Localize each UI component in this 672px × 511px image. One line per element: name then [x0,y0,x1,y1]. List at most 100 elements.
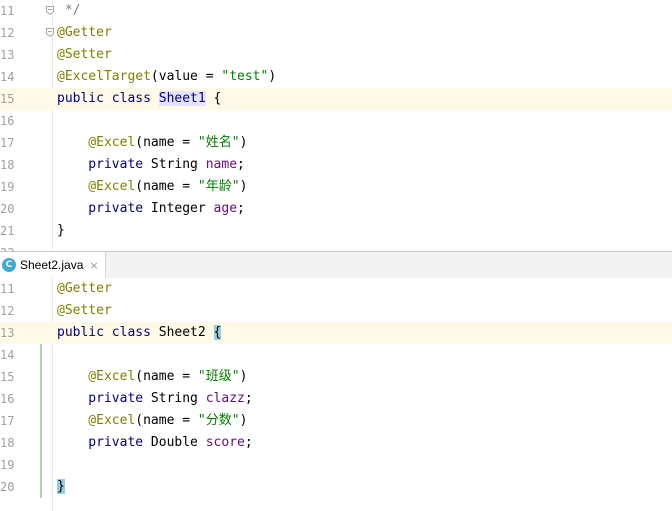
tab-label: Sheet2.java [20,258,84,272]
code-token: ; [244,391,253,406]
code-text[interactable]: @Excel(name = "分数") [57,410,247,432]
code-token: @ExcelTarget [57,69,151,84]
code-text[interactable]: private Double score; [57,432,253,454]
code-token: public class [57,325,159,340]
code-line[interactable]: 14 [0,344,672,366]
code-token: ) [239,179,248,194]
code-text[interactable]: private Integer age; [57,198,245,220]
code-line[interactable]: 18 private String name; [0,154,672,176]
tab-sheet2-java[interactable]: C Sheet2.java × [0,252,106,278]
code-line[interactable]: 16 private String clazz; [0,388,672,410]
code-token: name [205,157,238,172]
code-text[interactable]: private String name; [57,154,245,176]
line-number: 21 [0,224,15,238]
code-token: @Getter [57,281,112,296]
code-token: @Setter [57,47,112,62]
code-line[interactable]: 11 @Getter [0,278,672,300]
line-number: 12 [0,304,15,318]
code-token: { [213,325,222,340]
code-text[interactable]: private String clazz; [57,388,253,410]
line-number: 14 [0,70,15,84]
code-line[interactable]: 20} [0,476,672,498]
code-line[interactable]: 15 public class Sheet1 { [0,88,672,110]
code-token: clazz [205,391,245,406]
line-number: 11 [0,4,15,18]
code-text[interactable]: @ExcelTarget(value = "test") [57,66,276,88]
code-token: private [57,435,151,450]
line-number: 17 [0,136,15,150]
code-line[interactable]: 14 @ExcelTarget(value = "test") [0,66,672,88]
code-token: private [57,201,151,216]
close-icon[interactable]: × [89,259,98,272]
bottom-editor-pane[interactable]: 11 @Getter 12 @Setter 13 public class Sheet2 … [0,278,672,511]
code-text[interactable]: @Excel(name = "班级") [57,366,247,388]
java-class-icon: C [2,258,16,272]
code-line[interactable]: 17 @Excel(name = "姓名") [0,132,672,154]
fold-marker-icon[interactable] [46,28,54,38]
code-text[interactable]: @Getter [57,278,112,300]
line-number: 16 [0,114,15,128]
code-token: public class [57,91,159,106]
code-line[interactable]: 18 private Double score; [0,432,672,454]
fold-marker-icon[interactable] [46,6,54,16]
line-number: 19 [0,180,15,194]
code-line[interactable]: 19 [0,454,672,476]
code-token: "年龄" [197,179,240,194]
code-token: ; [244,435,253,450]
code-text[interactable]: } [57,476,65,498]
code-token: ; [237,157,245,172]
top-editor-pane[interactable]: 11 */ 12 @Getter 13 @Setter 14 @ExcelTarget(va… [0,0,672,251]
code-text[interactable]: public class Sheet2 { [57,322,222,344]
code-text[interactable]: } [57,220,65,242]
line-number: 19 [0,458,15,472]
code-line[interactable]: 17 @Excel(name = "分数") [0,410,672,432]
code-line[interactable]: 13 public class Sheet2 { [0,322,672,344]
code-token: */ [57,3,81,18]
line-number: 20 [0,202,15,216]
code-text[interactable]: @Excel(name = "姓名") [57,132,247,154]
code-text[interactable]: @Setter [57,44,112,66]
code-text[interactable]: @Excel(name = "年龄") [57,176,247,198]
editor-tab-bar: C Sheet2.java × [0,252,672,279]
code-token: ) [239,413,248,428]
code-token: Integer [150,201,214,216]
line-number: 20 [0,480,15,494]
code-line[interactable]: 19 @Excel(name = "年龄") [0,176,672,198]
code-token: private [57,157,151,172]
line-number: 13 [0,326,15,340]
code-line[interactable]: 22 [0,242,672,251]
code-text[interactable]: public class Sheet1 { [57,88,221,110]
line-number: 17 [0,414,15,428]
line-number: 18 [0,436,15,450]
code-token: @Excel [57,179,136,194]
code-text[interactable]: */ [57,0,81,22]
code-text[interactable]: @Setter [57,300,112,322]
code-token: "test" [221,69,269,84]
code-line[interactable]: 13 @Setter [0,44,672,66]
code-token: } [57,223,65,238]
code-token: (value = [150,69,222,84]
code-token: private [57,391,151,406]
code-line[interactable]: 20 private Integer age; [0,198,672,220]
code-token: Double [150,435,206,450]
code-line[interactable]: 15 @Excel(name = "班级") [0,366,672,388]
code-token: "姓名" [197,135,240,150]
code-token: String [150,157,206,172]
code-token: (name = [135,369,198,384]
code-token: } [57,479,65,494]
code-line[interactable]: 12 @Setter [0,300,672,322]
code-text[interactable]: @Getter [57,22,112,44]
code-line[interactable]: 11 */ [0,0,672,22]
code-token: Sheet2 [158,325,214,340]
code-token: @Setter [57,303,112,318]
code-token: ) [239,135,248,150]
line-number: 22 [0,242,14,251]
code-line[interactable]: 16 [0,110,672,132]
code-token: String [150,391,206,406]
code-line[interactable]: 12 @Getter [0,22,672,44]
line-number: 18 [0,158,15,172]
code-token: (name = [135,413,198,428]
code-token: @Getter [57,25,112,40]
line-number: 15 [0,370,15,384]
code-line[interactable]: 21} [0,220,672,242]
